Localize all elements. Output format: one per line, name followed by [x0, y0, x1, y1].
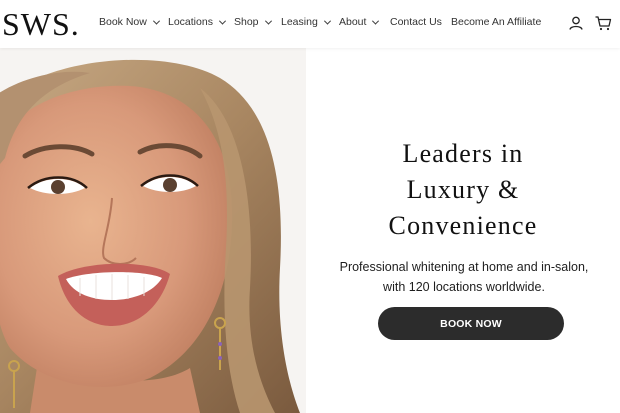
nav-item-leasing[interactable]: Leasing: [281, 15, 331, 29]
nav-item-label: Book Now: [99, 16, 147, 28]
subtext-line: with 120 locations worldwide.: [383, 280, 545, 294]
cart-icon: [595, 16, 612, 31]
chevron-down-icon: [152, 17, 160, 25]
brand-logo[interactable]: SWS.: [2, 5, 80, 43]
nav-item-locations[interactable]: Locations: [168, 15, 226, 29]
hero-subtext: Professional whitening at home and in-sa…: [320, 257, 608, 297]
nav-item-book-now[interactable]: Book Now: [99, 15, 160, 29]
nav-item-about[interactable]: About: [339, 15, 380, 29]
headline-line: Convenience: [388, 211, 538, 240]
nav-item-contact-us[interactable]: Contact Us: [390, 15, 442, 29]
nav-item-label: Shop: [234, 16, 259, 28]
nav-item-label: About: [339, 16, 367, 28]
hero-photo: [0, 48, 306, 413]
chevron-down-icon: [264, 17, 272, 25]
nav-item-label: Locations: [168, 16, 213, 28]
nav-item-become-an-affiliate[interactable]: Become An Affiliate: [451, 15, 541, 29]
nav-item-label: Leasing: [281, 16, 318, 28]
site-header: SWS. Book Now Locations Shop Leasing Abo…: [0, 0, 620, 48]
nav-item-label: Become An Affiliate: [451, 16, 542, 28]
smiling-woman-photo: [0, 48, 306, 413]
nav-item-label: Contact Us: [390, 16, 442, 28]
hero-content: Leaders in Luxury & Convenience Professi…: [306, 48, 620, 413]
subtext-line: Professional whitening at home and in-sa…: [339, 260, 589, 274]
headline-line: Luxury &: [406, 175, 520, 204]
nav-item-shop[interactable]: Shop: [234, 15, 272, 29]
chevron-down-icon: [372, 17, 380, 25]
user-icon: [569, 16, 583, 30]
chevron-down-icon: [323, 17, 331, 25]
chevron-down-icon: [218, 17, 226, 25]
account-button[interactable]: [567, 14, 585, 32]
hero-headline: Leaders in Luxury & Convenience: [306, 136, 620, 244]
book-now-button[interactable]: BOOK NOW: [378, 307, 564, 340]
cart-button[interactable]: [594, 14, 612, 32]
headline-line: Leaders in: [402, 139, 524, 168]
